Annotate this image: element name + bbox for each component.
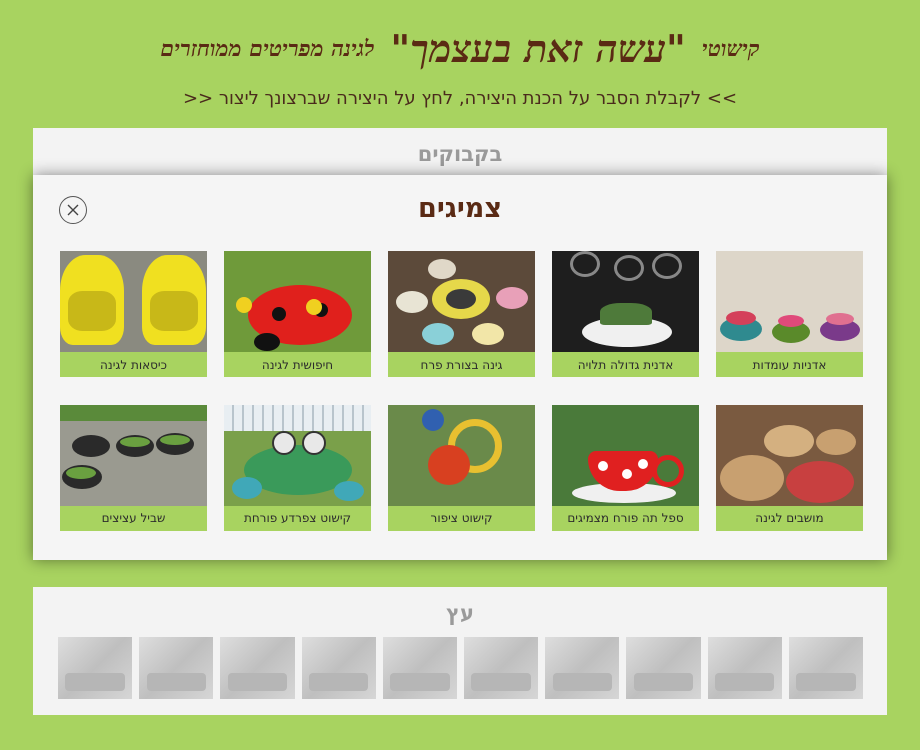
bird-photo [388,404,535,506]
project-tile[interactable]: שביל עציצים [60,404,207,531]
frog-photo [224,404,371,506]
wood-thumbnail[interactable] [139,637,214,699]
wood-thumbnail[interactable] [707,637,782,699]
project-tile[interactable]: ספל תה פורח מצמיגים [552,404,699,531]
project-caption: שביל עציצים [60,505,207,531]
project-caption: כיסאות לגינה [60,352,207,377]
project-caption: מושבים לגינה [716,505,863,531]
title-main: "עשה זאת בעצמך" [390,26,686,71]
project-caption: אדנית גדולה תלויה [552,352,699,377]
instructions-text: >> לקבלת הסבר על הכנת היצירה, לחץ על היצ… [182,88,738,109]
tire-seats-photo [716,404,863,506]
flower-garden-photo [388,251,535,352]
tires-modal: צמיגים אדניות עומדות אדנית גדולה תלויה ג… [33,175,887,560]
title-suffix: לגינה מפריטים ממוחזרים [160,36,375,62]
project-tile[interactable]: גינה בצורת פרח [388,251,535,377]
wood-thumbnail[interactable] [301,637,376,699]
project-caption: קישוט צפרדע פורחת [224,505,371,531]
path-photo [60,404,207,506]
project-caption: קישוט ציפור [388,505,535,531]
project-tile[interactable]: קישוט ציפור [388,404,535,531]
wood-thumbnail[interactable] [788,637,863,699]
title-prefix: קישוטי [701,36,760,62]
project-caption: חיפושית לגינה [224,352,371,377]
tire-planters-photo [716,251,863,352]
category-title-bottles: בקבוקים [417,142,503,166]
modal-title: צמיגים [418,193,502,224]
wood-thumbnail[interactable] [220,637,295,699]
project-caption: אדניות עומדות [716,352,863,377]
ladybug-photo [224,251,371,352]
wood-thumbnail[interactable] [463,637,539,699]
project-tile[interactable]: אדניות עומדות [716,251,863,377]
wood-thumbnail[interactable] [626,637,701,699]
project-caption: גינה בצורת פרח [388,352,535,377]
category-title-wood: עץ [446,601,474,625]
project-tile[interactable]: קישוט צפרדע פורחת [224,404,371,531]
project-tile[interactable]: אדנית גדולה תלויה [552,251,699,377]
project-tile[interactable]: חיפושית לגינה [224,251,371,377]
close-icon[interactable] [59,196,87,224]
page-title: קישוטי "עשה זאת בעצמך" לגינה מפריטים ממו… [0,18,920,80]
wood-thumbnail[interactable] [545,637,620,699]
wood-thumbnail[interactable] [382,637,457,699]
project-grid: אדניות עומדות אדנית גדולה תלויה גינה בצו… [58,251,863,531]
teacup-photo [552,404,699,506]
project-tile[interactable]: מושבים לגינה [716,404,863,531]
hanging-planter-photo [552,251,699,352]
wood-thumbnail[interactable] [57,637,133,699]
category-card-wood[interactable]: עץ [33,587,887,715]
project-tile[interactable]: כיסאות לגינה [60,251,207,377]
project-caption: ספל תה פורח מצמיגים [552,505,699,531]
wood-thumbnail-strip [57,637,863,699]
tire-chairs-photo [60,251,207,352]
